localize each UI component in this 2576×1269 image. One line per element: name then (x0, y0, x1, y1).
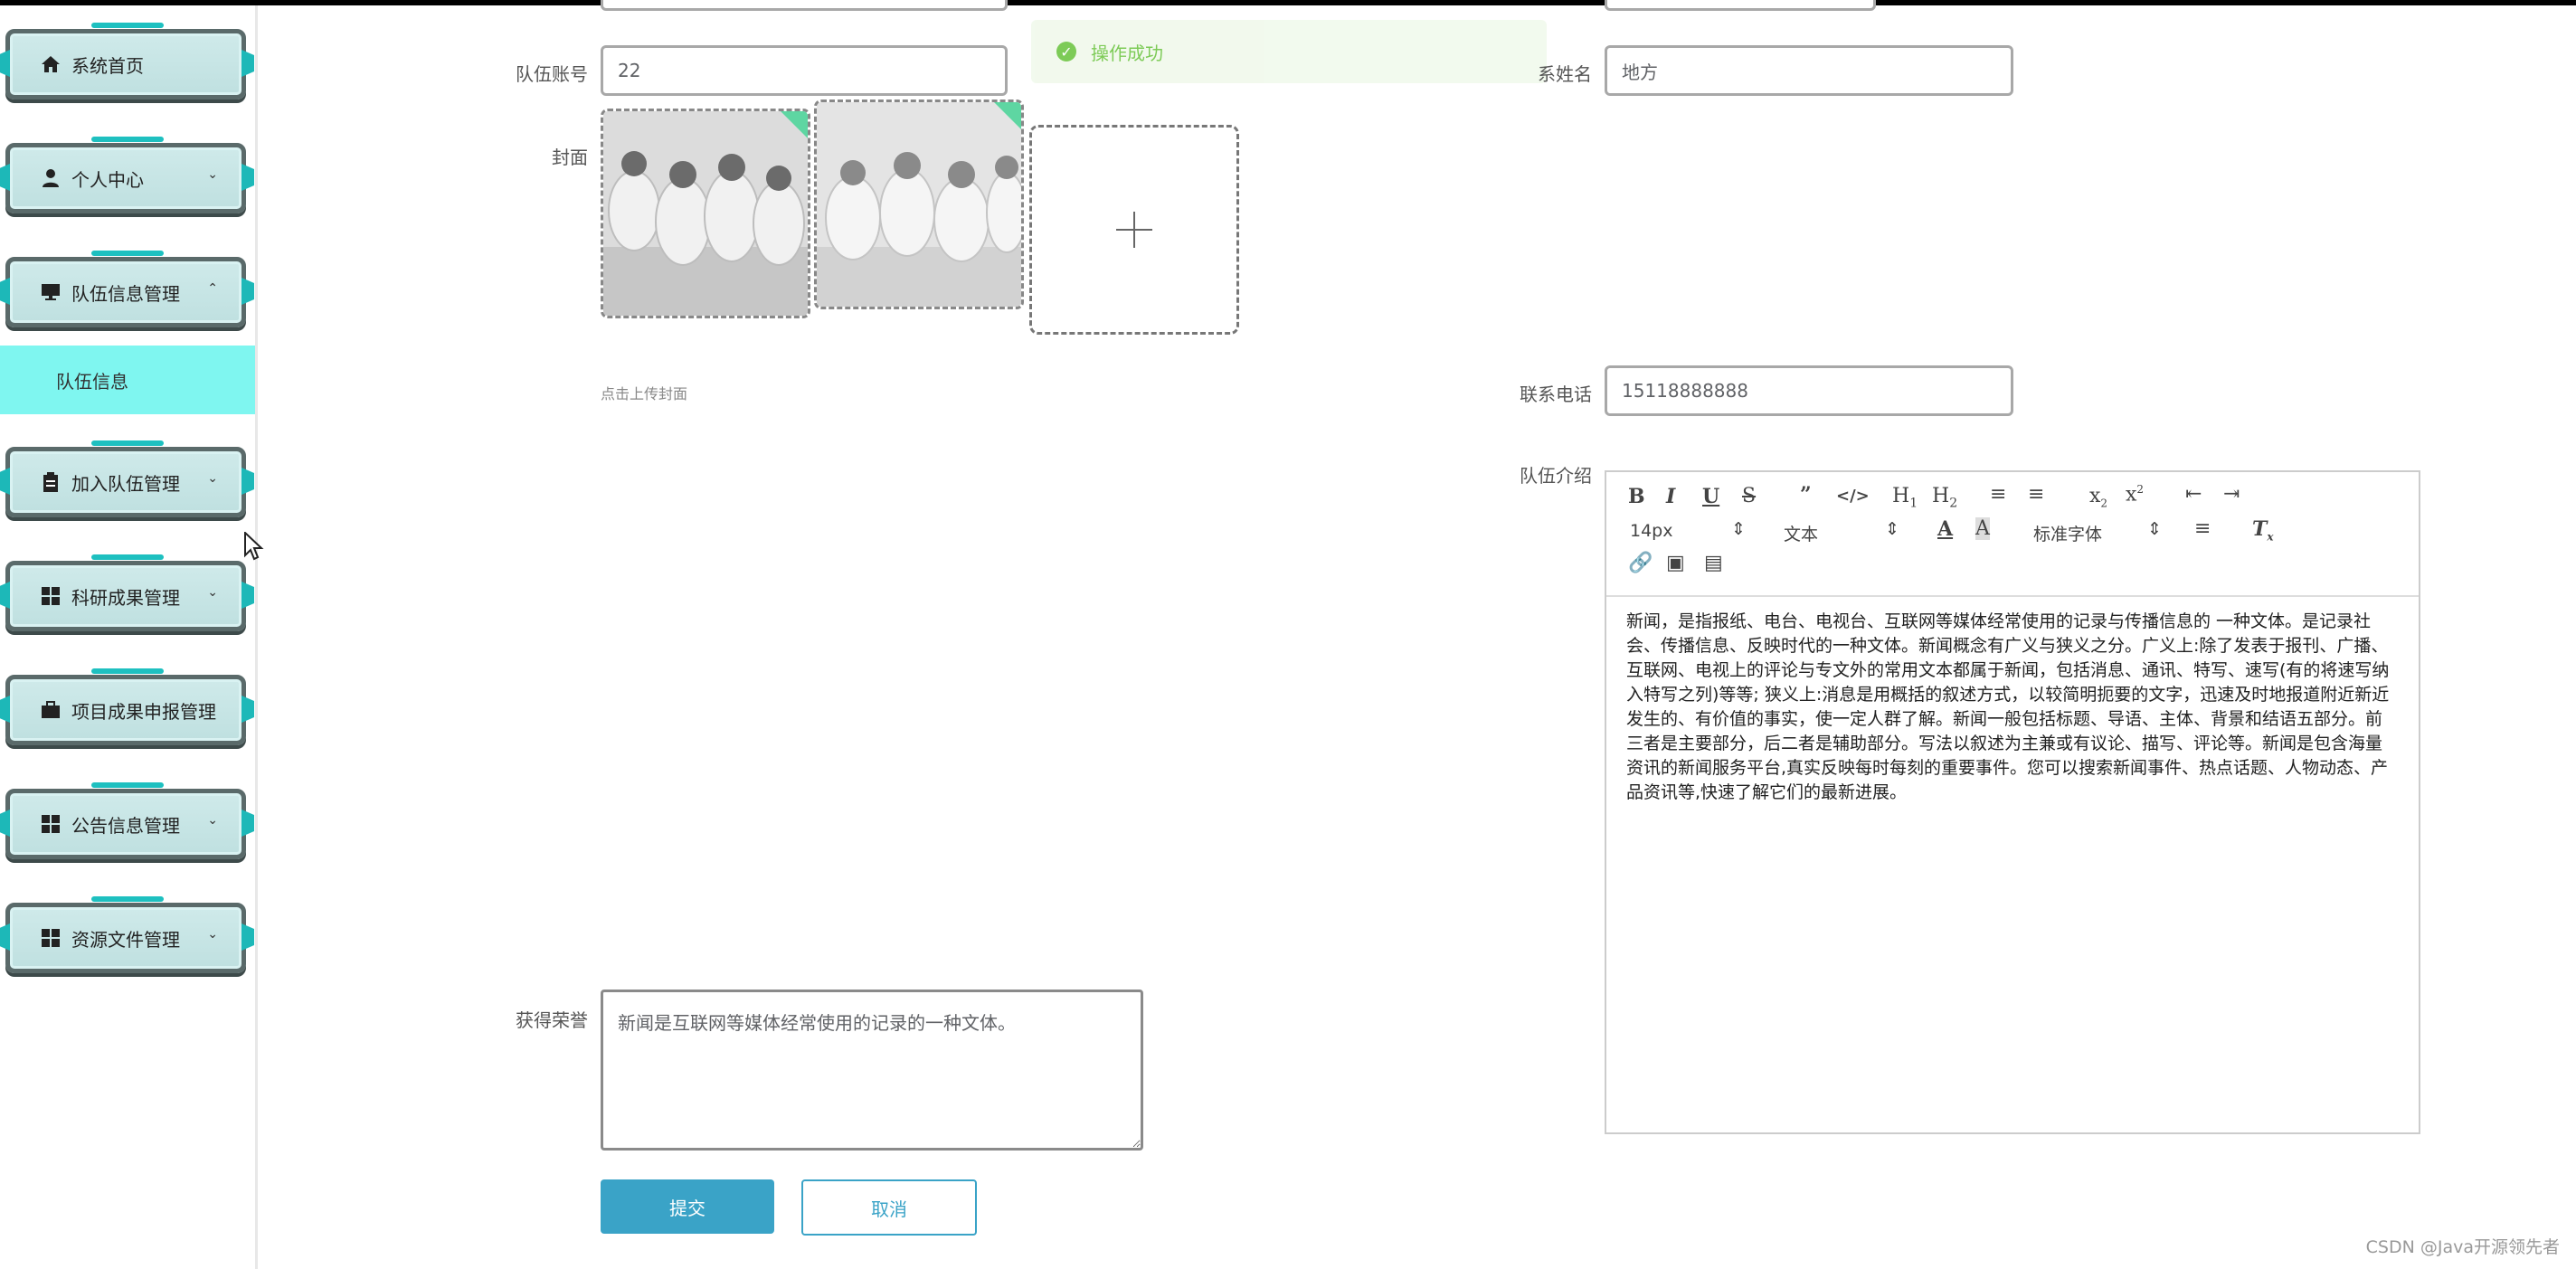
bullet-list-icon[interactable]: ≡ (2028, 483, 2044, 506)
previous-field-input[interactable] (601, 0, 1008, 11)
sidebar-item-label: 队伍信息管理 (71, 282, 180, 305)
menu-cap (91, 251, 164, 256)
sidebar-item-label: 个人中心 (71, 168, 144, 191)
link-icon[interactable]: 🔗 (1628, 552, 1653, 574)
menu-cap (91, 137, 164, 142)
align-icon[interactable]: ≡ (2194, 517, 2211, 540)
cover-label: 封面 (552, 147, 588, 168)
sidebar: 系统首页 个人中心 ⌄ 队伍信息管理 ⌃ 队伍信息 加入队伍管理 ⌄ 科研成果管… (0, 5, 258, 1269)
heading-1-icon[interactable]: H1 (1892, 485, 1918, 510)
chevron-down-icon: ⌄ (207, 813, 218, 828)
code-block-icon[interactable]: </> (1836, 487, 1870, 506)
bold-icon[interactable]: B (1628, 485, 1645, 508)
sidebar-item-label: 科研成果管理 (71, 586, 180, 609)
chevron-down-icon: ⌄ (207, 167, 218, 182)
clipboard-icon (37, 469, 64, 496)
sidebar-item-research-results[interactable]: 科研成果管理 ⌄ (5, 554, 246, 631)
grid-icon (37, 582, 64, 610)
ordered-list-icon[interactable]: ≡ (1990, 483, 2006, 506)
sidebar-item-resource-file-management[interactable]: 资源文件管理 ⌄ (5, 896, 246, 973)
font-size-select-arrow-icon: ⇕ (1731, 519, 1746, 539)
sidebar-item-home[interactable]: 系统首页 (5, 23, 246, 99)
font-family-select-arrow-icon: ⇕ (2147, 519, 2162, 539)
menu-cap (91, 896, 164, 902)
heading-2-icon[interactable]: H2 (1932, 485, 1957, 510)
menu-cap (91, 554, 164, 560)
sidebar-item-label: 资源文件管理 (71, 928, 180, 951)
paragraph-select[interactable]: 文本 (1784, 521, 1818, 545)
menu-cap (91, 668, 164, 674)
watermark: CSDN @Java开源领先者 (2365, 1237, 2560, 1257)
sidebar-item-team-info-management[interactable]: 队伍信息管理 ⌃ (5, 251, 246, 327)
editor-toolbar: B I U S ” </> H1 H2 ≡ ≡ x2 x2 ⇤ ⇥ 14px ⇕… (1606, 472, 2419, 597)
contact-name-input[interactable] (1605, 45, 2013, 96)
cover-image-1[interactable] (601, 109, 810, 318)
cancel-button[interactable]: 取消 (801, 1179, 977, 1236)
cover-upload-button[interactable] (1029, 125, 1239, 335)
underline-icon[interactable]: U (1702, 485, 1719, 508)
image-icon[interactable]: ▣ (1666, 552, 1685, 574)
strikethrough-icon[interactable]: S (1742, 485, 1756, 507)
indent-icon[interactable]: ⇥ (2223, 483, 2240, 506)
menu-cap (91, 782, 164, 788)
chevron-down-icon: ⌄ (207, 927, 218, 942)
phone-input[interactable] (1605, 365, 2013, 416)
phone-label: 联系电话 (1520, 384, 1592, 405)
grid-icon (37, 810, 64, 838)
editor-content[interactable]: 新闻，是指报纸、电台、电视台、互联网等媒体经常使用的记录与传播信息的 一种文体。… (1626, 610, 2395, 805)
menu-cap (91, 440, 164, 446)
sidebar-item-join-team-management[interactable]: 加入队伍管理 ⌄ (5, 440, 246, 517)
chevron-down-icon: ⌄ (207, 471, 218, 486)
background-color-icon[interactable]: A (1975, 517, 1990, 540)
cover-upload-hint: 点击上传封面 (601, 385, 688, 402)
toast-message: 操作成功 (1091, 42, 1163, 64)
sidebar-item-project-results-declaration[interactable]: 项目成果申报管理 (5, 668, 246, 745)
blockquote-icon[interactable]: ” (1800, 483, 1812, 507)
success-toast: ✓ 操作成功 (1031, 20, 1547, 83)
font-color-icon[interactable]: A (1937, 517, 1953, 541)
paragraph-select-arrow-icon: ⇕ (1885, 519, 1899, 539)
plus-icon (1116, 212, 1152, 248)
chevron-down-icon: ⌄ (207, 585, 218, 600)
sidebar-item-label: 项目成果申报管理 (71, 700, 216, 723)
submenu-label: 队伍信息 (56, 370, 128, 393)
rich-text-editor[interactable]: B I U S ” </> H1 H2 ≡ ≡ x2 x2 ⇤ ⇥ 14px ⇕… (1605, 470, 2420, 1134)
team-account-label: 队伍账号 (516, 63, 588, 85)
check-circle-icon: ✓ (1056, 42, 1076, 62)
team-account-input[interactable] (601, 45, 1008, 96)
font-size-select[interactable]: 14px (1630, 521, 1672, 541)
user-icon (37, 165, 64, 192)
top-bar (0, 0, 2576, 5)
previous-field-input-right[interactable] (1605, 0, 1876, 11)
sidebar-item-label: 加入队伍管理 (71, 472, 180, 495)
italic-icon[interactable]: I (1666, 485, 1675, 508)
honors-textarea[interactable]: 新闻是互联网等媒体经常使用的记录的一种文体。 (601, 990, 1143, 1151)
clear-format-icon[interactable]: Tx (2252, 517, 2274, 543)
superscript-icon[interactable]: x2 (2126, 483, 2144, 506)
menu-cap (91, 23, 164, 28)
team-intro-label: 队伍介绍 (1520, 465, 1592, 487)
sidebar-item-label: 公告信息管理 (71, 814, 180, 837)
honors-label: 获得荣誉 (516, 1009, 588, 1031)
subscript-icon[interactable]: x2 (2089, 485, 2107, 509)
video-icon[interactable]: ▤ (1704, 552, 1723, 574)
mouse-cursor-icon (244, 530, 264, 564)
sidebar-item-personal-center[interactable]: 个人中心 ⌄ (5, 137, 246, 213)
submit-button[interactable]: 提交 (601, 1179, 774, 1234)
font-family-select[interactable]: 标准字体 (2033, 521, 2102, 545)
sidebar-item-announcement-management[interactable]: 公告信息管理 ⌄ (5, 782, 246, 859)
briefcase-icon (37, 696, 64, 724)
outdent-icon[interactable]: ⇤ (2185, 483, 2202, 506)
grid-icon (37, 924, 64, 952)
monitor-icon (37, 279, 64, 306)
home-icon (37, 51, 64, 78)
sidebar-subitem-team-info[interactable]: 队伍信息 (0, 346, 255, 414)
cover-image-2[interactable] (814, 99, 1024, 309)
chevron-up-icon: ⌃ (207, 281, 218, 296)
sidebar-item-label: 系统首页 (71, 54, 144, 77)
contact-name-label: 系姓名 (1538, 63, 1592, 85)
